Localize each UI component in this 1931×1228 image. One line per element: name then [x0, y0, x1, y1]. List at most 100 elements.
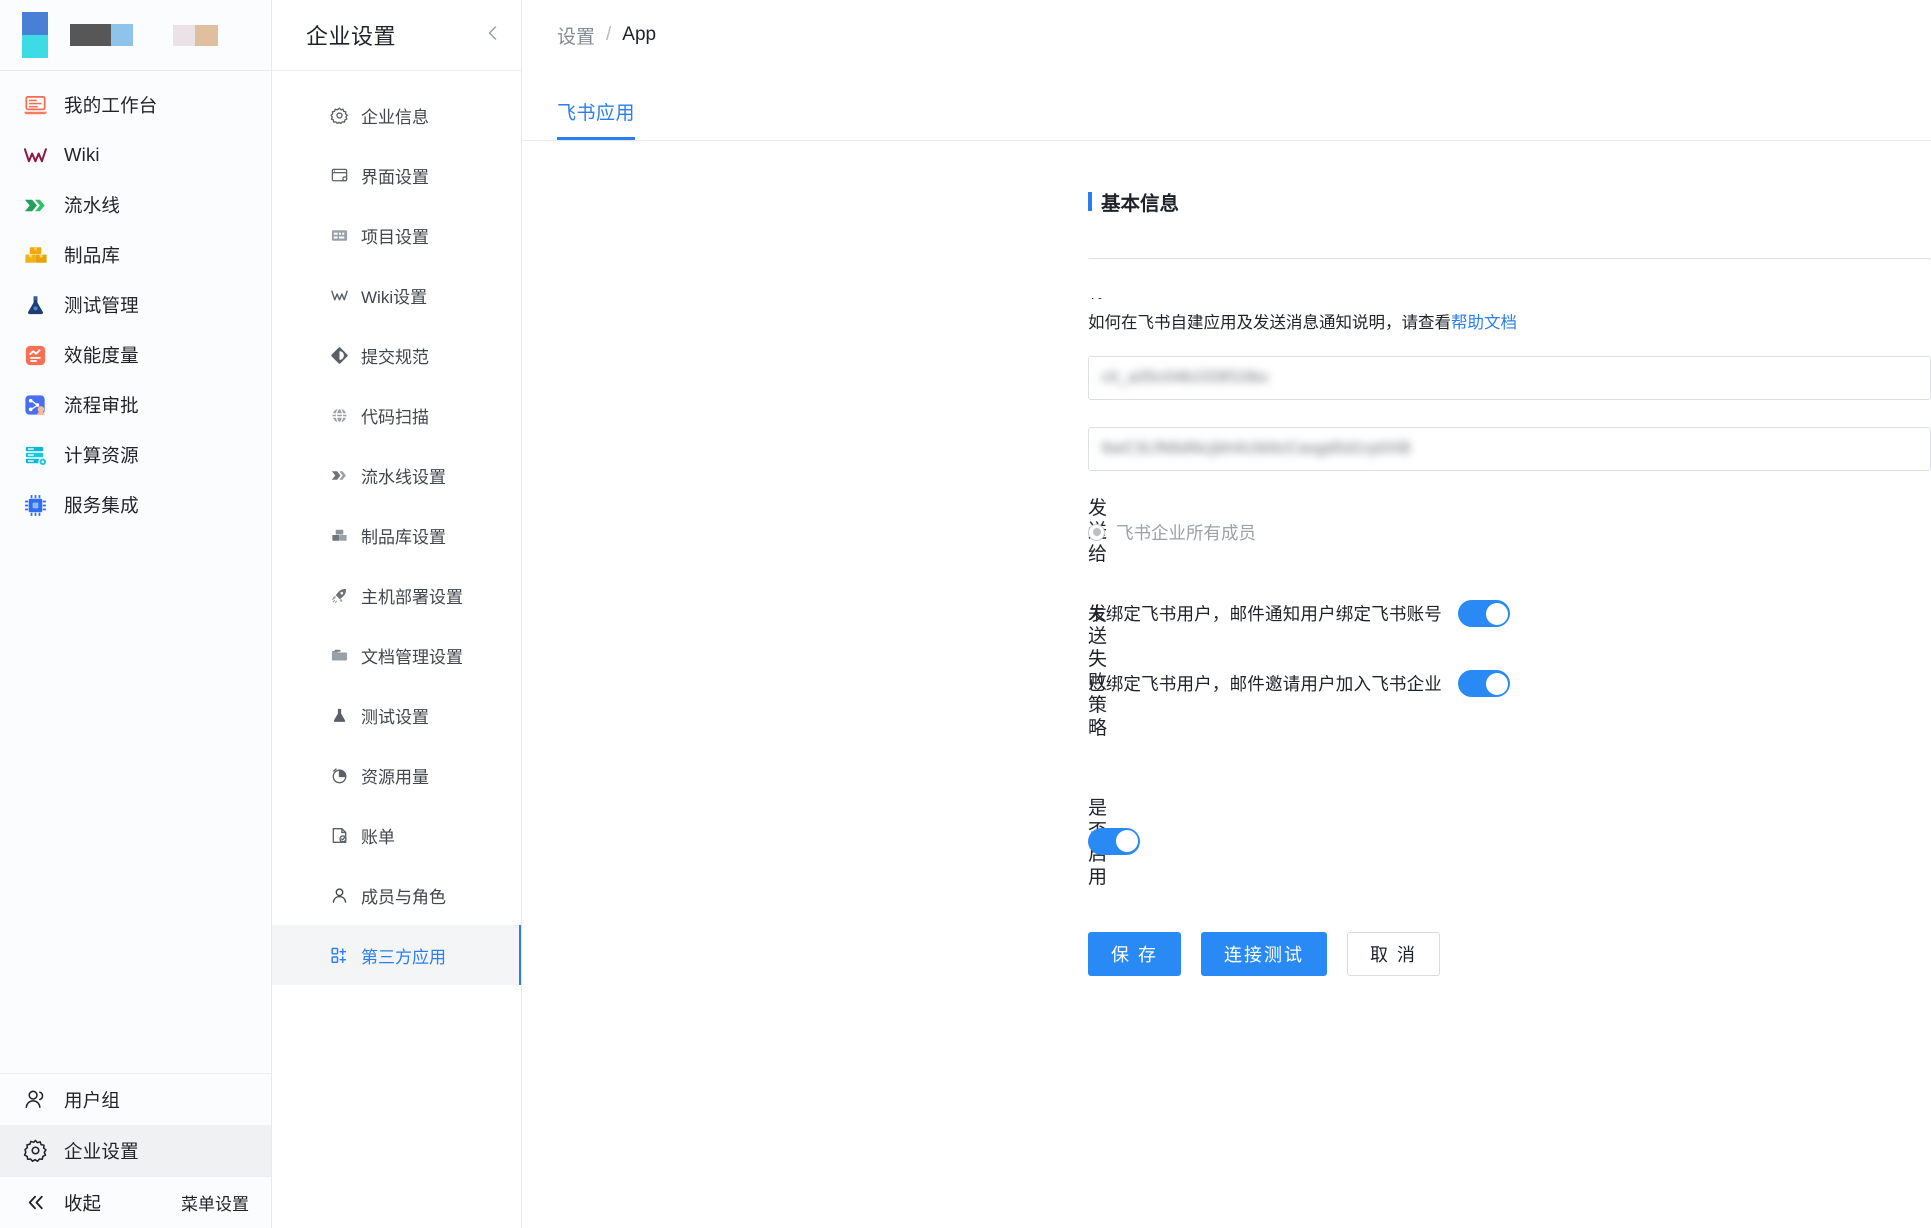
breadcrumb-parent[interactable]: 设置: [557, 22, 595, 49]
subnav-header: 企业设置: [272, 0, 521, 71]
sidebar-item-approval-flow[interactable]: 流程审批: [0, 380, 271, 430]
connection-test-button[interactable]: 连接测试: [1201, 931, 1328, 976]
pie-clock-icon: [330, 766, 349, 785]
primary-nav-bottom: 用户组 企业设置: [0, 1073, 271, 1176]
logo-gap-2: [133, 35, 173, 36]
sidebar-item-pipeline[interactable]: 流水线: [0, 180, 271, 230]
sidebar-item-compute-resource[interactable]: 计算资源: [0, 430, 271, 480]
code-scan-icon: [330, 406, 349, 425]
logo-block-lightblue: [111, 24, 133, 46]
name-help-prefix: 如何在飞书自建应用及发送消息通知说明，请查看: [1088, 314, 1451, 332]
failure-policy-toggle-1[interactable]: [1458, 600, 1510, 628]
rocket-icon: [330, 586, 349, 605]
tab-bar: 飞书应用: [522, 71, 1931, 141]
app-secret-input[interactable]: 6wC3LfN6dNcjbh4Uib9zCasgd5d1rp0XB: [1088, 427, 1931, 472]
name-help-text: 如何在飞书自建应用及发送消息通知说明，请查看帮助文档: [1088, 309, 1931, 333]
subnav-item-interface-settings[interactable]: 界面设置: [272, 145, 521, 205]
form-row-send-to: 发送给 飞书企业所有成员: [522, 498, 1931, 566]
settings-subnav: 企业设置 企业信息 界面设置 项目设置 Wiki设置 提交规范 代码扫描 流水线…: [272, 0, 522, 1228]
wiki-icon: [330, 286, 349, 305]
sidebar-item-label: 测试管理: [64, 295, 139, 316]
subnav-item-label: 资源用量: [361, 767, 429, 787]
gear-icon: [330, 106, 349, 125]
subnav-item-pipeline-settings[interactable]: 流水线设置: [272, 445, 521, 505]
subnav-item-test-settings[interactable]: 测试设置: [272, 685, 521, 745]
sidebar-item-workbench[interactable]: 我的工作台: [0, 80, 271, 130]
subnav-item-resource-usage[interactable]: 资源用量: [272, 745, 521, 805]
person-icon: [330, 886, 349, 905]
subnav-item-host-deploy-settings[interactable]: 主机部署设置: [272, 565, 521, 625]
radio-all-members[interactable]: [1088, 523, 1105, 541]
subnav-item-bill[interactable]: 账单: [272, 805, 521, 865]
app-id-field-wrap: cli_a35c04b1f28f10bx: [1088, 355, 1931, 400]
subnav-item-doc-management-settings[interactable]: 文档管理设置: [272, 625, 521, 685]
logo-block-pale: [173, 24, 195, 46]
enabled-label: 是否启用: [1088, 798, 1108, 888]
app-secret-field-wrap: 6wC3LfN6dNcjbh4Uib9zCasgd5d1rp0XB: [1088, 427, 1931, 472]
sidebar-item-label: 我的工作台: [64, 95, 158, 116]
sidebar-item-user-group[interactable]: 用户组: [0, 1074, 271, 1125]
collapse-sidebar-button[interactable]: 收起: [22, 1189, 101, 1216]
form-row-app-id: App ID cli_a35c04b1f28f10bx: [522, 355, 1931, 401]
failure-policy-option-1-label: 未绑定飞书用户，邮件通知用户绑定飞书账号: [1088, 604, 1442, 625]
sidebar-item-artifact-repo[interactable]: 制品库: [0, 230, 271, 280]
user-group-icon: [22, 1086, 49, 1113]
workbench-icon: [22, 92, 49, 119]
sidebar-item-efficiency-metrics[interactable]: 效能度量: [0, 330, 271, 380]
wiki-icon: [22, 142, 49, 169]
section-accent-bar: [1088, 192, 1092, 211]
menu-settings-button[interactable]: 菜单设置: [181, 1190, 249, 1215]
subnav-item-label: 流水线设置: [361, 467, 446, 487]
app-id-input[interactable]: cli_a35c04b1f28f10bx: [1088, 355, 1931, 400]
section-title-basic-info: 基本信息: [522, 187, 1931, 216]
sidebar-item-enterprise-settings[interactable]: 企业设置: [0, 1125, 271, 1176]
app-secret-label: App Secret: [522, 427, 1143, 473]
subnav-list: 企业信息 界面设置 项目设置 Wiki设置 提交规范 代码扫描 流水线设置 制品…: [272, 71, 521, 1228]
tab-feishu-app[interactable]: 飞书应用: [557, 98, 636, 140]
form-row-failure-policy: 发送失败策略 未绑定飞书用户，邮件通知用户绑定飞书账号 已绑定飞书用户，邮件邀请…: [522, 593, 1931, 741]
logo-redacted-blocks: [22, 12, 218, 58]
sidebar-item-label: 制品库: [64, 245, 121, 266]
sidebar-item-service-integration[interactable]: 服务集成: [0, 480, 271, 530]
pipeline-icon: [330, 466, 349, 485]
subnav-item-label: 账单: [361, 827, 395, 847]
subnav-item-members-roles[interactable]: 成员与角色: [272, 865, 521, 925]
subnav-item-wiki-settings[interactable]: Wiki设置: [272, 265, 521, 325]
help-doc-link[interactable]: 帮助文档: [1451, 314, 1517, 332]
failure-policy-toggle-2[interactable]: [1458, 670, 1510, 698]
failure-policy-label: 发送失败策略: [1088, 603, 1108, 739]
save-button[interactable]: 保 存: [1088, 931, 1182, 976]
approval-flow-icon: [22, 392, 49, 419]
sidebar-item-label: 企业设置: [64, 1140, 139, 1162]
logo-block-dark: [70, 24, 111, 46]
enabled-toggle[interactable]: [1088, 827, 1140, 855]
subnav-item-project-settings[interactable]: 项目设置: [272, 205, 521, 265]
subnav-item-label: 成员与角色: [361, 887, 446, 907]
gear-icon: [22, 1137, 49, 1164]
subnav-item-commit-spec[interactable]: 提交规范: [272, 325, 521, 385]
service-integration-icon: [22, 492, 49, 519]
subnav-item-code-scan[interactable]: 代码扫描: [272, 385, 521, 445]
send-to-field-wrap: 飞书企业所有成员: [1088, 510, 1931, 554]
subnav-item-label: 制品库设置: [361, 527, 446, 547]
app-secret-value: 6wC3LfN6dNcjbh4Uib9zCasgd5d1rp0XB: [1102, 440, 1412, 458]
compute-resource-icon: [22, 442, 49, 469]
breadcrumb-separator: /: [606, 24, 612, 45]
logo-block-tan: [195, 24, 218, 46]
sidebar-item-test-management[interactable]: 测试管理: [0, 280, 271, 330]
subnav-item-enterprise-info[interactable]: 企业信息: [272, 85, 521, 145]
subnav-item-label: 测试设置: [361, 707, 429, 727]
name-input[interactable]: [1088, 258, 1931, 298]
subnav-item-third-party-app[interactable]: 第三方应用: [272, 925, 521, 985]
breadcrumb-current: App: [622, 24, 657, 45]
radio-dot: [1092, 528, 1101, 537]
settings-form: 基本信息 名称 如何在飞书自建应用及发送消息通知说明，请查看帮助文档 App I…: [522, 141, 1931, 1228]
brand-logo[interactable]: [0, 0, 271, 71]
subnav-item-artifact-repo-settings[interactable]: 制品库设置: [272, 505, 521, 565]
chevron-left-icon[interactable]: [483, 23, 503, 47]
pipeline-icon: [22, 192, 49, 219]
send-to-label: 发送给: [1088, 498, 1108, 565]
sidebar-item-wiki[interactable]: Wiki: [0, 130, 271, 180]
cancel-button[interactable]: 取 消: [1347, 931, 1441, 976]
toggle-knob: [1485, 672, 1508, 695]
